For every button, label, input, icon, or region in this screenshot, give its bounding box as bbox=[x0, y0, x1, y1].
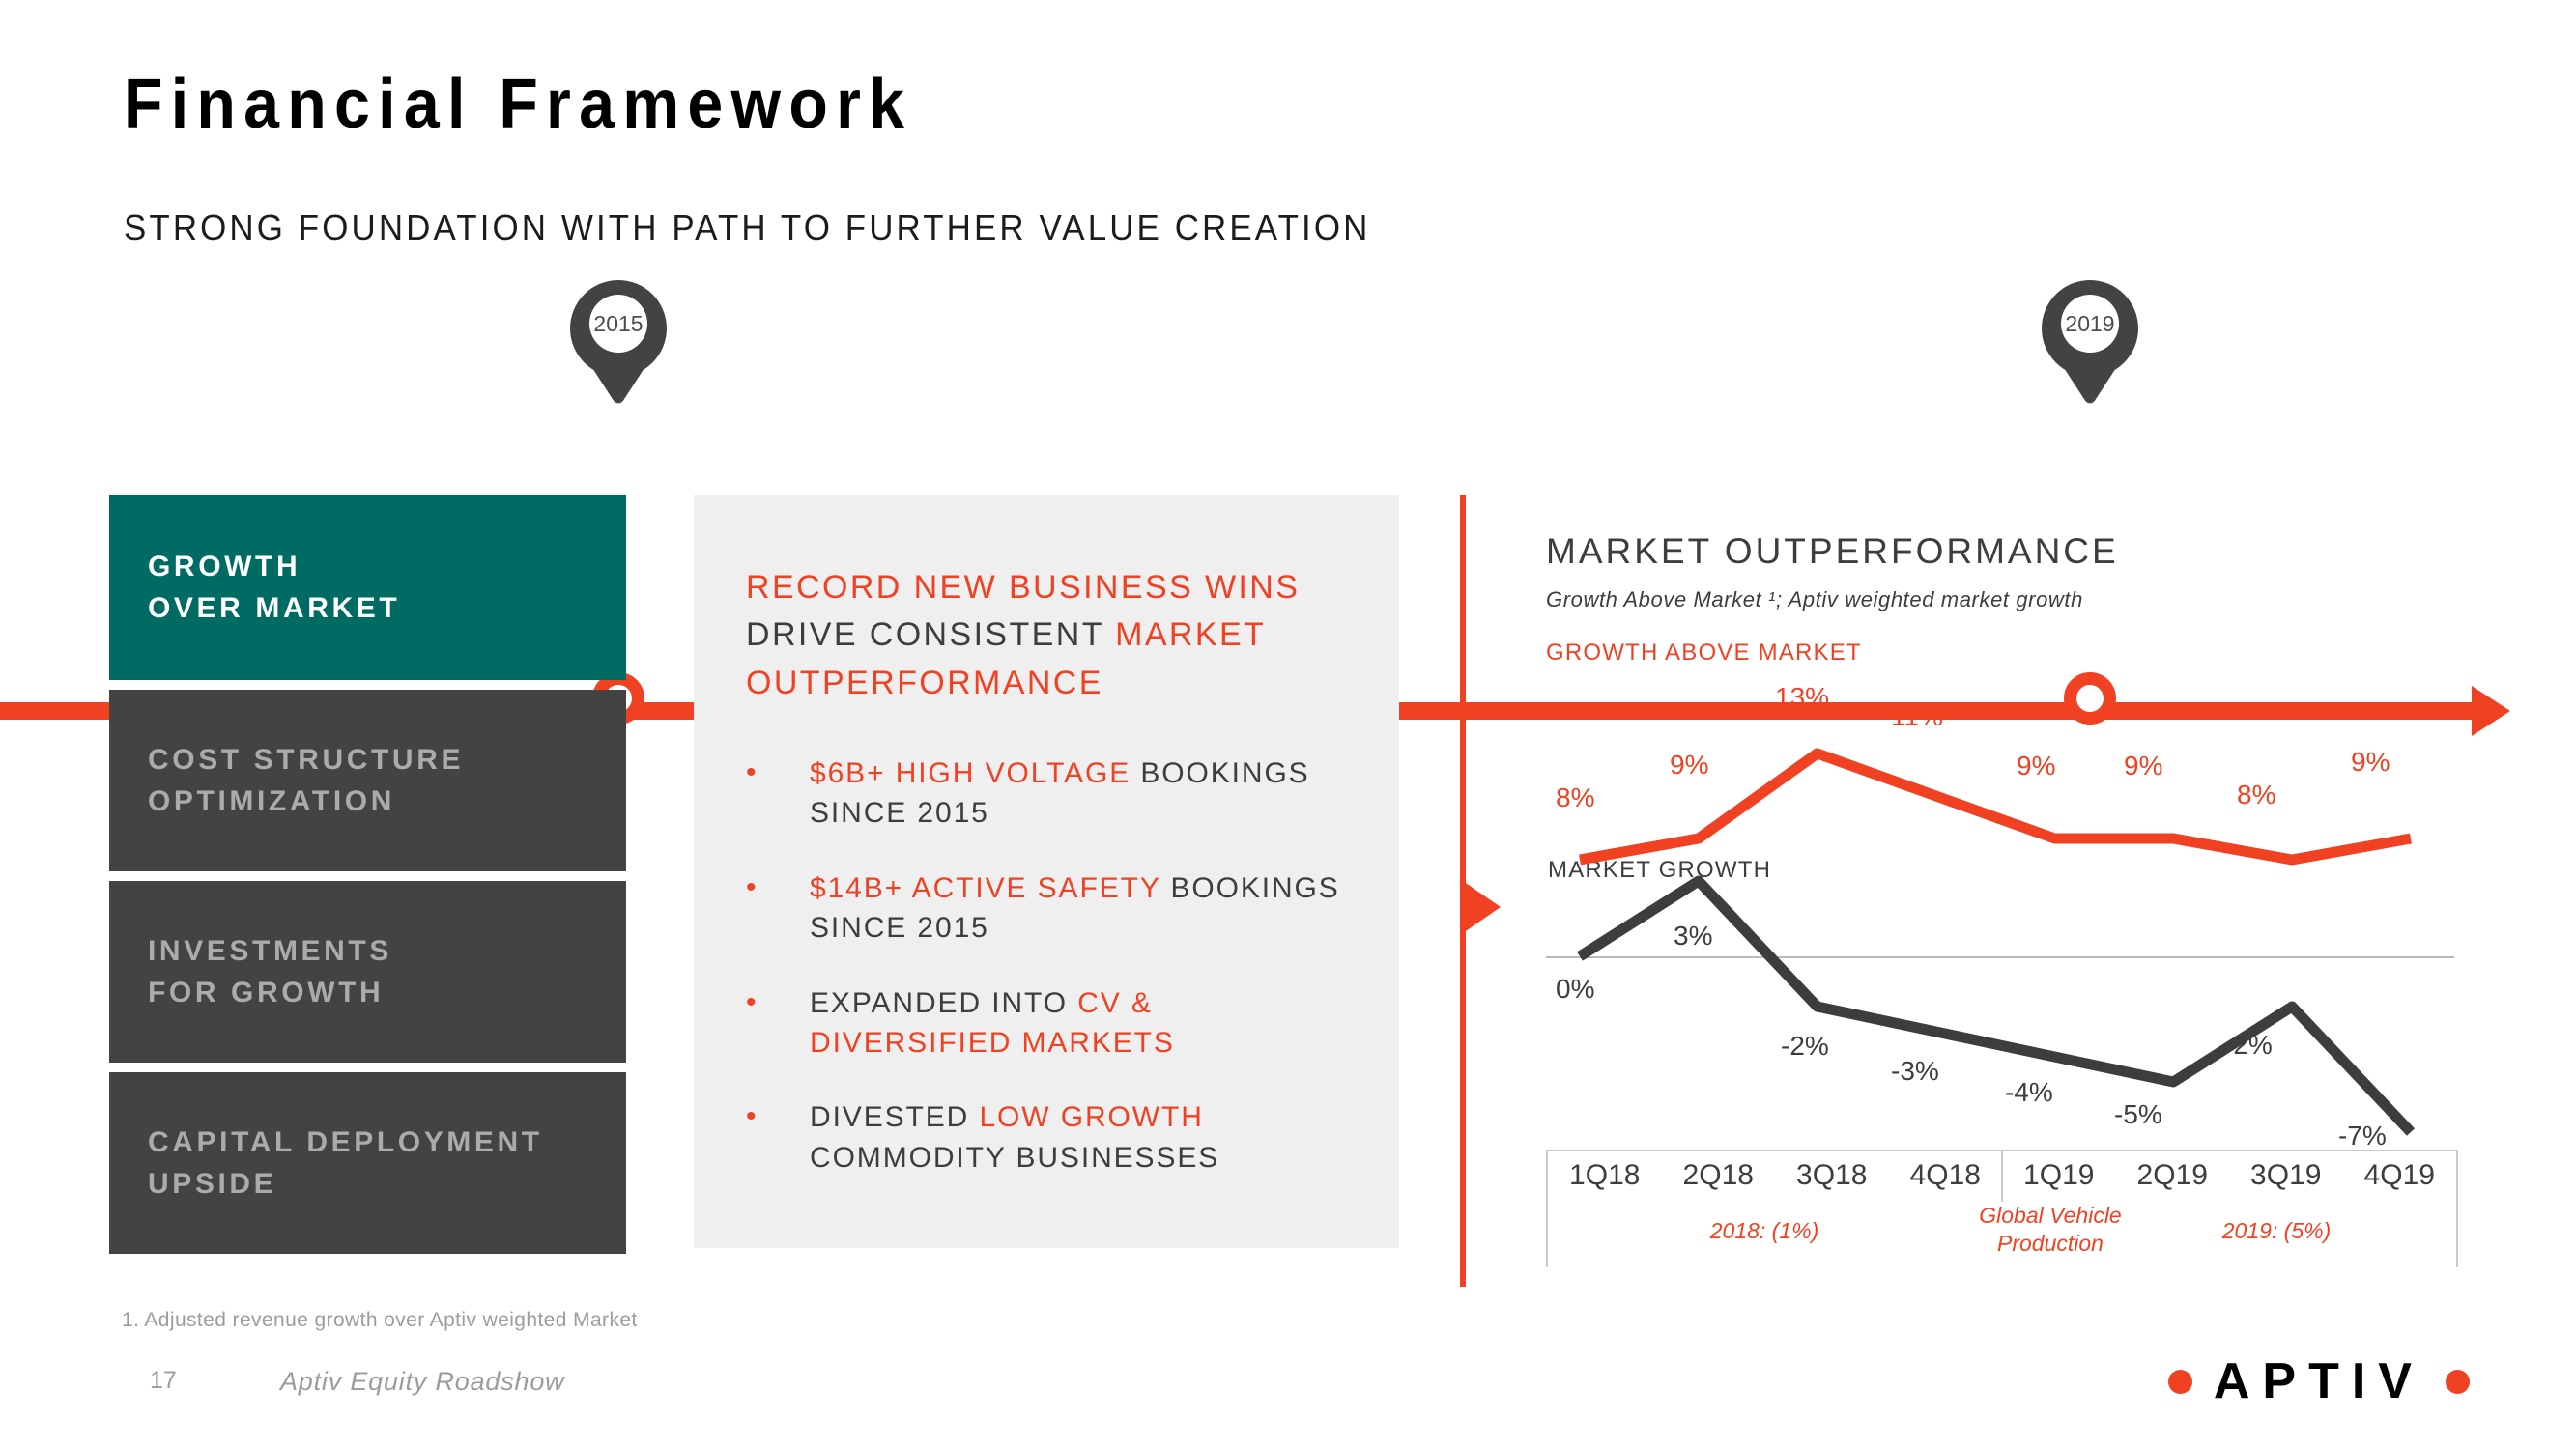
highlights-bullet-list: • $6B+ HIGH VOLTAGE BOOKINGS SINCE 2015 … bbox=[746, 753, 1364, 1212]
list-item: • $6B+ HIGH VOLTAGE BOOKINGS SINCE 2015 bbox=[746, 753, 1364, 834]
axis-tick-1q18: 1Q18 bbox=[1569, 1159, 1641, 1191]
bullet-text: EXPANDED INTO CV & DIVERSIFIED MARKETS bbox=[810, 983, 1364, 1064]
logo-wordmark: APTIV bbox=[2213, 1353, 2424, 1409]
bullet-marker-icon: • bbox=[746, 985, 757, 1018]
pillar-label-line1: INVESTMENTS bbox=[148, 934, 392, 967]
logo-dot-right-icon bbox=[2446, 1369, 2470, 1394]
pillar-label-line2: UPSIDE bbox=[148, 1168, 277, 1200]
bullet-text: $14B+ ACTIVE SAFETY BOOKINGS SINCE 2015 bbox=[810, 868, 1364, 949]
page-subtitle: STRONG FOUNDATION WITH PATH TO FURTHER V… bbox=[124, 208, 1371, 247]
data-label-mg-2q18: 3% bbox=[1674, 921, 1713, 951]
data-label-gam-4q18: 11% bbox=[1891, 701, 1943, 731]
list-item: • DIVESTED LOW GROWTH COMMODITY BUSINESS… bbox=[746, 1097, 1364, 1178]
annotation-2019-total: 2019: (5%) bbox=[2221, 1218, 2332, 1243]
bullet-tail: COMMODITY BUSINESSES bbox=[810, 1141, 1220, 1174]
chart-x-axis: 1Q18 2Q18 3Q18 4Q18 1Q19 2Q19 3Q19 4Q19 … bbox=[1546, 1150, 2458, 1267]
data-label-mg-4q19: -7% bbox=[2338, 1121, 2387, 1151]
data-label-mg-1q19: -4% bbox=[2005, 1077, 2053, 1107]
page-number: 17 bbox=[150, 1367, 177, 1394]
pillar-item-capital-deployment-upside[interactable]: CAPITAL DEPLOYMENT UPSIDE bbox=[109, 1072, 626, 1254]
axis-tick-row: 1Q18 2Q18 3Q18 4Q18 1Q19 2Q19 3Q19 4Q19 bbox=[1548, 1151, 2456, 1192]
bullet-lead: EXPANDED INTO bbox=[810, 986, 1078, 1019]
timeline-pin-start: 2015 bbox=[570, 280, 667, 409]
page-title: Financial Framework bbox=[124, 66, 913, 143]
chart-plot-area: GROWTH ABOVE MARKET MARKET GROWTH 8% 9% … bbox=[1546, 638, 2464, 1159]
axis-tick-4q19: 4Q19 bbox=[2363, 1159, 2435, 1191]
data-label-gam-2q18: 9% bbox=[1670, 750, 1709, 780]
timeline-pin-end: 2019 bbox=[2042, 280, 2138, 409]
pillar-list: GROWTH OVER MARKET COST STRUCTURE OPTIMI… bbox=[109, 495, 626, 1264]
axis-tick-2q19: 2Q19 bbox=[2136, 1159, 2208, 1191]
chart-title: MARKET OUTPERFORMANCE bbox=[1546, 531, 2119, 571]
pillar-label-line1: CAPITAL DEPLOYMENT bbox=[148, 1125, 543, 1158]
divider-arrow-icon bbox=[1460, 879, 1501, 935]
axis-tick-2q18: 2Q18 bbox=[1682, 1159, 1754, 1191]
bullet-text: $6B+ HIGH VOLTAGE BOOKINGS SINCE 2015 bbox=[810, 753, 1364, 834]
data-label-mg-4q18: -3% bbox=[1891, 1056, 1939, 1086]
data-label-gam-3q18: 13% bbox=[1775, 682, 1830, 712]
data-label-gam-1q18: 8% bbox=[1556, 782, 1595, 812]
aptiv-logo: APTIV bbox=[2167, 1352, 2470, 1410]
bullet-marker-icon: • bbox=[746, 756, 757, 788]
annotation-global-vehicle-production: Global Vehicle Production bbox=[1979, 1203, 2122, 1256]
timeline-end-year: 2019 bbox=[2061, 295, 2119, 353]
pillar-item-investments-for-growth[interactable]: INVESTMENTS FOR GROWTH bbox=[109, 881, 626, 1063]
timeline: 2015 2019 bbox=[0, 280, 2576, 736]
chart-subtitle: Growth Above Market ¹; Aptiv weighted ma… bbox=[1546, 587, 2083, 611]
bullet-highlight: LOW GROWTH bbox=[979, 1101, 1204, 1134]
logo-dot-left-icon bbox=[2167, 1369, 2192, 1394]
data-label-gam-4q19: 9% bbox=[2351, 747, 2390, 777]
data-label-mg-1q18: 0% bbox=[1556, 974, 1595, 1004]
footnote: 1. Adjusted revenue growth over Aptiv we… bbox=[122, 1309, 638, 1331]
bullet-marker-icon: • bbox=[746, 1100, 757, 1133]
pillar-label-line2: OPTIMIZATION bbox=[148, 785, 395, 817]
pillar-label-line1: GROWTH bbox=[148, 550, 301, 582]
axis-tick-3q19: 3Q19 bbox=[2250, 1159, 2322, 1191]
bullet-text: DIVESTED LOW GROWTH COMMODITY BUSINESSES bbox=[810, 1097, 1364, 1178]
bullet-highlight: $14B+ ACTIVE SAFETY bbox=[810, 871, 1161, 904]
data-label-mg-2q19: -5% bbox=[2114, 1099, 2162, 1129]
data-label-gam-2q19: 9% bbox=[2124, 751, 2163, 781]
bullet-marker-icon: • bbox=[746, 870, 757, 903]
list-item: • EXPANDED INTO CV & DIVERSIFIED MARKETS bbox=[746, 983, 1364, 1064]
data-label-mg-3q19: -2% bbox=[2224, 1030, 2273, 1060]
heading-part-2: DRIVE CONSISTENT bbox=[746, 616, 1116, 654]
axis-tick-4q18: 4Q18 bbox=[1909, 1159, 1981, 1191]
pillar-label-line2: FOR GROWTH bbox=[148, 977, 385, 1009]
timeline-start-year: 2015 bbox=[589, 295, 647, 353]
axis-tick-1q19: 1Q19 bbox=[2023, 1159, 2095, 1191]
pillar-item-cost-structure-optimization[interactable]: COST STRUCTURE OPTIMIZATION bbox=[109, 690, 626, 871]
heading-part-1: RECORD NEW BUSINESS WINS bbox=[746, 569, 1301, 606]
bullet-lead: DIVESTED bbox=[810, 1101, 980, 1134]
data-label-mg-3q18: -2% bbox=[1781, 1031, 1829, 1061]
timeline-arrow-icon bbox=[2472, 686, 2510, 736]
annotation-2018-total: 2018: (1%) bbox=[1709, 1218, 1819, 1243]
pillar-item-growth-over-market[interactable]: GROWTH OVER MARKET bbox=[109, 495, 626, 680]
data-label-gam-1q19: 9% bbox=[2017, 751, 2056, 781]
pillar-label-line2: OVER MARKET bbox=[148, 592, 401, 624]
deck-name: Aptiv Equity Roadshow bbox=[280, 1367, 565, 1396]
highlights-heading: RECORD NEW BUSINESS WINS DRIVE CONSISTEN… bbox=[746, 564, 1364, 707]
pillar-label-line1: COST STRUCTURE bbox=[148, 743, 465, 776]
list-item: • $14B+ ACTIVE SAFETY BOOKINGS SINCE 201… bbox=[746, 868, 1364, 949]
data-label-gam-3q19: 8% bbox=[2237, 780, 2276, 810]
axis-tick-3q18: 3Q18 bbox=[1796, 1159, 1868, 1191]
bullet-highlight: $6B+ HIGH VOLTAGE bbox=[810, 757, 1131, 789]
